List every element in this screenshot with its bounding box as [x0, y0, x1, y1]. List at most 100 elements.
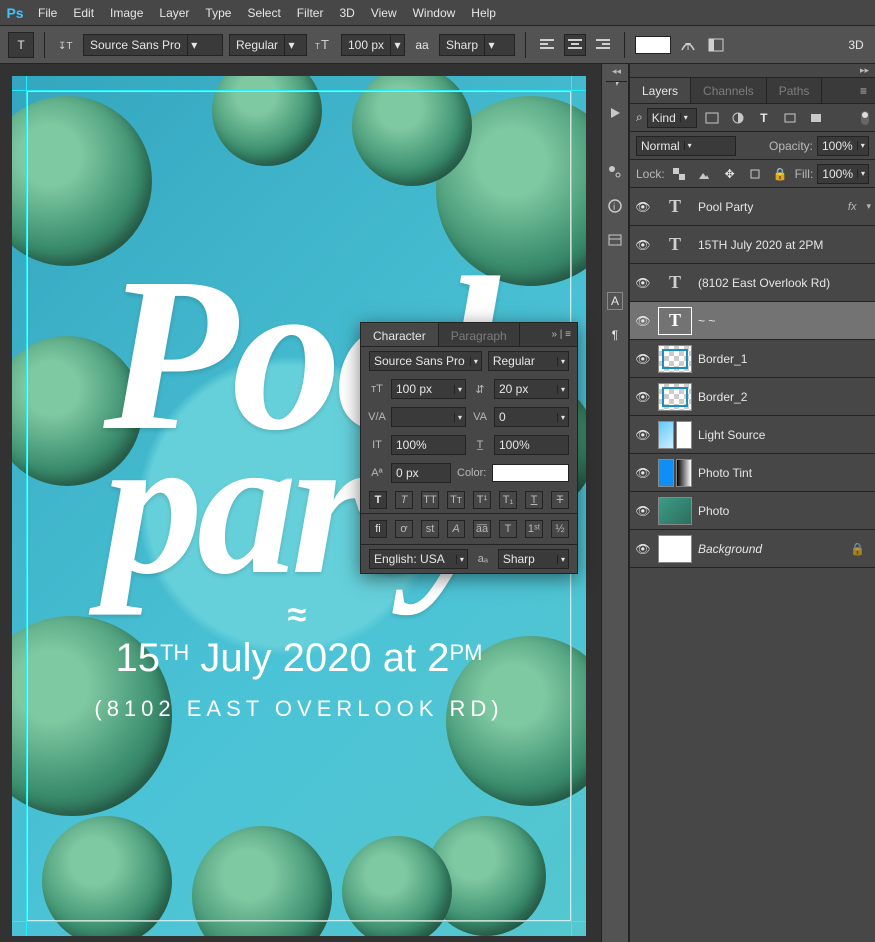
- layer-row[interactable]: 👁 Border_1: [630, 340, 875, 378]
- visibility-toggle[interactable]: 👁: [634, 428, 652, 442]
- subscript[interactable]: T₁: [499, 491, 517, 509]
- ot-titling[interactable]: T: [499, 520, 517, 538]
- faux-italic[interactable]: T: [395, 491, 413, 509]
- char-baseline[interactable]: 0 px: [391, 463, 451, 483]
- poster-address[interactable]: (8102 EAST OVERLOOK RD): [12, 696, 586, 722]
- menu-help[interactable]: Help: [463, 0, 504, 26]
- align-center-button[interactable]: [564, 34, 586, 56]
- blend-mode-dropdown[interactable]: Normal▾: [636, 136, 736, 156]
- chevron-down-icon[interactable]: ▾: [866, 201, 871, 212]
- layer-name[interactable]: 15TH July 2020 at 2PM: [698, 238, 871, 252]
- visibility-toggle[interactable]: 👁: [634, 238, 652, 252]
- ot-ordinals[interactable]: 1ˢᵗ: [525, 520, 543, 538]
- lock-artboard-icon[interactable]: [744, 163, 765, 185]
- underline[interactable]: T: [525, 491, 543, 509]
- layer-name[interactable]: Border_1: [698, 352, 871, 366]
- guide-horizontal[interactable]: [12, 90, 586, 91]
- layer-name[interactable]: Background: [698, 542, 844, 556]
- 3d-button[interactable]: 3D: [845, 34, 867, 56]
- layer-row[interactable]: 👁 Photo: [630, 492, 875, 530]
- poster-divider[interactable]: ≈: [12, 596, 586, 635]
- info-icon[interactable]: i: [607, 198, 623, 214]
- ot-discretionary[interactable]: st: [421, 520, 439, 538]
- layer-name[interactable]: (8102 East Overlook Rd): [698, 276, 871, 290]
- char-font-style[interactable]: Regular▾: [488, 351, 569, 371]
- panel-menu-button[interactable]: » | ≡: [545, 323, 577, 346]
- menu-view[interactable]: View: [363, 0, 405, 26]
- font-style-dropdown[interactable]: Regular ▾: [229, 34, 307, 56]
- visibility-toggle[interactable]: 👁: [634, 200, 652, 214]
- visibility-toggle[interactable]: 👁: [634, 276, 652, 290]
- ot-stylistic[interactable]: a͞a: [473, 520, 491, 538]
- menu-3d[interactable]: 3D: [331, 0, 362, 26]
- text-orientation-toggle[interactable]: ↧T: [55, 34, 77, 56]
- menu-select[interactable]: Select: [239, 0, 288, 26]
- tab-channels[interactable]: Channels: [691, 78, 767, 103]
- char-leading[interactable]: 20 px▾: [494, 379, 569, 399]
- font-size-dropdown[interactable]: 100 px ▾: [341, 34, 405, 56]
- tab-paragraph[interactable]: Paragraph: [439, 323, 520, 346]
- tab-layers[interactable]: Layers: [630, 78, 691, 103]
- layer-row[interactable]: 👁 T (8102 East Overlook Rd): [630, 264, 875, 302]
- layer-row[interactable]: 👁 T 15TH July 2020 at 2PM: [630, 226, 875, 264]
- ot-fractions[interactable]: ½: [551, 520, 569, 538]
- filter-type-icon[interactable]: T: [753, 107, 775, 129]
- menu-layer[interactable]: Layer: [151, 0, 197, 26]
- fill-input[interactable]: 100%▾: [817, 164, 869, 184]
- canvas-area[interactable]: Pool party ≈ 15TH July 2020 at 2PM (8102…: [0, 64, 601, 942]
- type-tool-preset[interactable]: T: [8, 32, 34, 58]
- visibility-toggle[interactable]: 👁: [634, 352, 652, 366]
- char-tracking[interactable]: 0▾: [494, 407, 569, 427]
- char-aa[interactable]: Sharp▾: [498, 549, 569, 569]
- character-icon[interactable]: A: [607, 292, 623, 310]
- antialias-dropdown[interactable]: Sharp ▾: [439, 34, 515, 56]
- opacity-input[interactable]: 100%▾: [817, 136, 869, 156]
- properties-icon[interactable]: [607, 232, 623, 248]
- visibility-toggle[interactable]: 👁: [634, 466, 652, 480]
- layer-row[interactable]: 👁 Light Source: [630, 416, 875, 454]
- character-panel[interactable]: Character Paragraph » | ≡ Source Sans Pr…: [360, 322, 578, 574]
- text-color-swatch[interactable]: [635, 36, 671, 54]
- layer-row[interactable]: 👁 Background 🔒: [630, 530, 875, 568]
- visibility-toggle[interactable]: 👁: [634, 314, 652, 328]
- layer-row[interactable]: 👁 Photo Tint: [630, 454, 875, 492]
- layer-name[interactable]: ~ ~: [698, 314, 871, 328]
- char-font-family[interactable]: Source Sans Pro▾: [369, 351, 482, 371]
- faux-bold[interactable]: T: [369, 491, 387, 509]
- visibility-toggle[interactable]: 👁: [634, 504, 652, 518]
- ot-ligatures[interactable]: fi: [369, 520, 387, 538]
- all-caps[interactable]: TT: [421, 491, 439, 509]
- superscript[interactable]: T¹: [473, 491, 491, 509]
- filter-toggle[interactable]: [861, 111, 869, 125]
- poster-date[interactable]: 15TH July 2020 at 2PM: [12, 636, 586, 681]
- filter-smart-icon[interactable]: [805, 107, 827, 129]
- visibility-toggle[interactable]: 👁: [634, 542, 652, 556]
- panel-collapse-arrows[interactable]: ◂◂: [606, 64, 627, 82]
- filter-shape-icon[interactable]: [779, 107, 801, 129]
- panel-menu-icon[interactable]: ≡: [852, 78, 875, 103]
- layer-row[interactable]: 👁 T ~ ~: [630, 302, 875, 340]
- layer-name[interactable]: Photo Tint: [698, 466, 871, 480]
- menu-file[interactable]: File: [30, 0, 65, 26]
- char-font-size[interactable]: 100 px▾: [391, 379, 466, 399]
- menu-type[interactable]: Type: [197, 0, 239, 26]
- warp-text-button[interactable]: T: [677, 34, 699, 56]
- visibility-toggle[interactable]: 👁: [634, 390, 652, 404]
- menu-filter[interactable]: Filter: [289, 0, 332, 26]
- menu-edit[interactable]: Edit: [65, 0, 102, 26]
- lock-position-icon[interactable]: ✥: [719, 163, 740, 185]
- character-panel-toggle[interactable]: [705, 34, 727, 56]
- char-hscale[interactable]: 100%: [494, 435, 569, 455]
- layer-row[interactable]: 👁 T Pool Party fx▾: [630, 188, 875, 226]
- layer-row[interactable]: 👁 Border_2: [630, 378, 875, 416]
- layer-name[interactable]: Photo: [698, 504, 871, 518]
- menu-image[interactable]: Image: [102, 0, 151, 26]
- layer-name[interactable]: Light Source: [698, 428, 871, 442]
- panel-expand-arrows[interactable]: ▸▸: [630, 64, 875, 78]
- small-caps[interactable]: Tᴛ: [447, 491, 465, 509]
- align-left-button[interactable]: [536, 34, 558, 56]
- char-color-swatch[interactable]: [492, 464, 569, 482]
- ot-swash[interactable]: A: [447, 520, 465, 538]
- ot-contextual[interactable]: ơ: [395, 520, 413, 538]
- layer-filter-kind[interactable]: Kind▾: [647, 108, 697, 128]
